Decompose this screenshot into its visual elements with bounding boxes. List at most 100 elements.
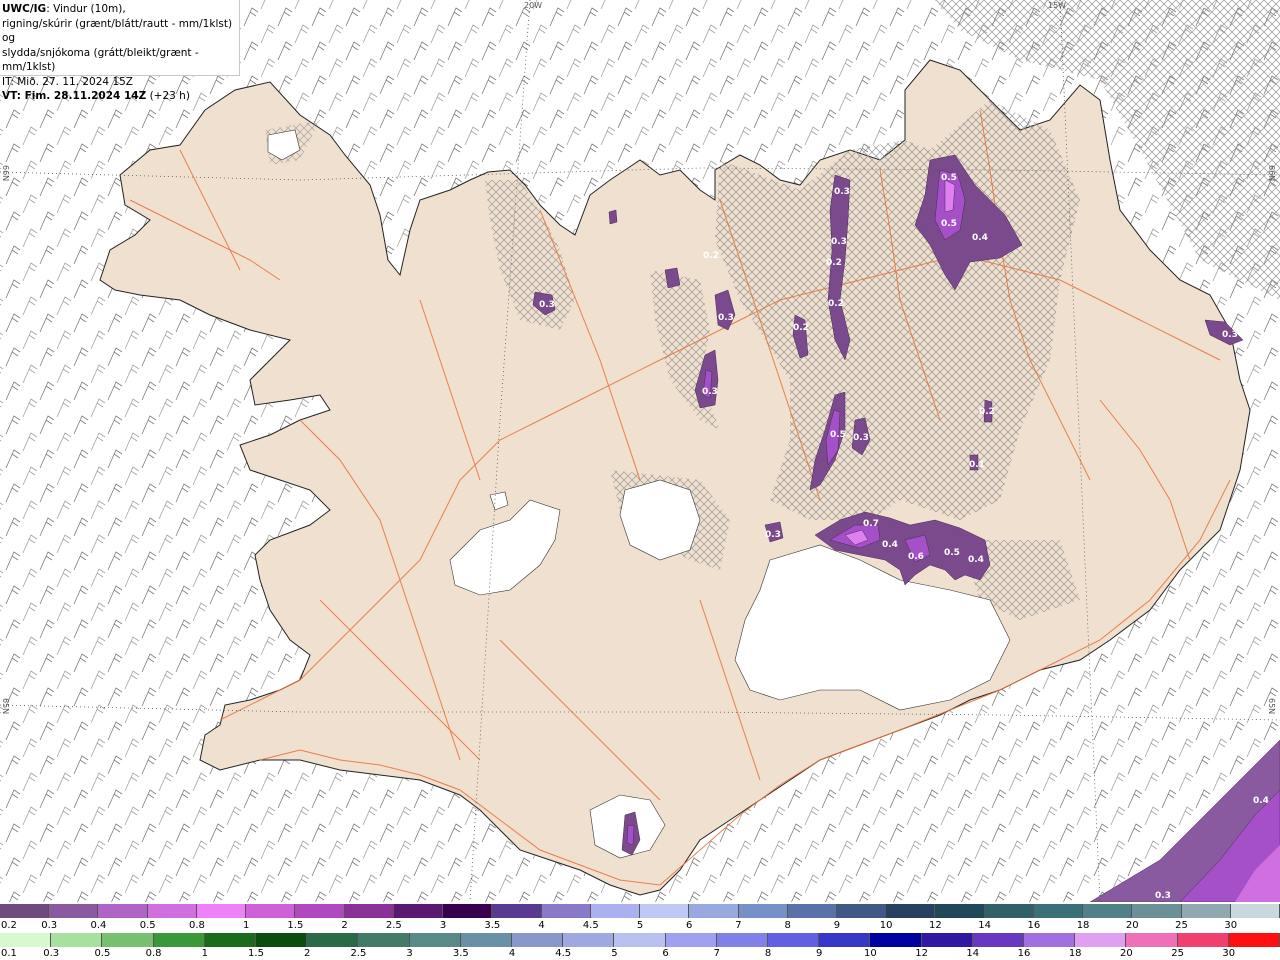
scale-cell: [1126, 933, 1178, 947]
scale-tick-label: 10: [864, 948, 877, 959]
valid-time-label: VT: Fim. 28.11.2024 14Z: [2, 90, 147, 102]
precip-label: 0.2: [828, 299, 844, 309]
precip-label: 0.2: [793, 323, 809, 333]
scale-cell: [51, 933, 103, 947]
scale-tick-label: 3.5: [452, 948, 469, 959]
scale-cell: [1075, 933, 1127, 947]
scale-tick-label: 2: [304, 948, 311, 959]
snow-scale-ticks: 0.2 0.3 0.4 0.5 0.8 1 1.5 2 2.5 3 3.5 4 4.5 5 6 7 8 9 10 12…: [0, 920, 1280, 932]
scale-tick-label: 6: [662, 948, 669, 959]
scale-tick-label: 1.5: [248, 948, 264, 959]
scale-cell: [1083, 904, 1133, 918]
precip-label: 0.4: [968, 555, 984, 565]
scale-tick-label: 1.5: [287, 920, 304, 931]
scale-cell: [443, 904, 493, 918]
scale-cell: [409, 933, 461, 947]
precip-label: 0.3: [834, 187, 850, 197]
model-name: UWC/IG: [2, 3, 47, 15]
scale-tick-label: 4: [538, 920, 545, 931]
scale-tick-label: 16: [1027, 920, 1041, 931]
scale-cell: [1181, 904, 1231, 918]
title-line-1: UWC/IG: Vindur (10m),: [2, 2, 239, 17]
forecast-offset: (+23 h): [146, 90, 190, 102]
valid-time: VT: Fim. 28.11.2024 14Z (+23 h): [2, 89, 239, 104]
weather-map: 0.5 0.5 0.4 0.3 0.3 0.2 0.2 0.3 0.2 0.3 …: [0, 0, 1280, 902]
scale-cell: [972, 933, 1025, 947]
scale-cell: [1177, 933, 1229, 947]
lon-label-20w: 20W: [524, 1, 543, 10]
scale-tick-label: 0.8: [145, 948, 162, 959]
precip-label: 0.5: [941, 219, 957, 229]
scale-tick-label: 8: [764, 948, 772, 959]
scale-tick-label: 0.4: [90, 920, 107, 931]
precip-label: 0.7: [863, 519, 879, 529]
scale-cell: [1230, 904, 1280, 918]
scale-cell: [153, 933, 205, 947]
scale-tick-label: 1: [242, 920, 250, 931]
scale-tick-label: 12: [929, 920, 942, 931]
precip-label: 0.2: [826, 258, 842, 268]
precip-label: 0.5: [944, 548, 960, 558]
scale-cell: [935, 904, 985, 918]
lon-label-15w: 15W: [1048, 1, 1067, 10]
scale-cell: [204, 933, 257, 947]
scale-tick-label: 1: [201, 948, 208, 959]
precip-label: 0.3: [765, 530, 781, 540]
scale-tick-label: 5: [611, 948, 618, 959]
precip-label: 0.5: [830, 430, 846, 440]
scale-cell: [886, 904, 936, 918]
snow-color-scale: [0, 904, 1280, 918]
scale-tick-label: 4.5: [555, 948, 572, 959]
scale-cell: [0, 933, 52, 947]
scale-cell: [307, 933, 359, 947]
scale-cell: [295, 904, 345, 918]
scale-cell: [541, 904, 591, 918]
scale-cell: [49, 904, 99, 918]
precip-label: 0.5: [941, 173, 957, 183]
scale-cell: [102, 933, 154, 947]
map-title-box: UWC/IG: Vindur (10m), rigning/skúrir (gr…: [0, 0, 240, 102]
rain-color-scale: [0, 933, 1280, 947]
precip-label: 0.2: [703, 251, 719, 261]
scale-tick-label: 12: [915, 948, 928, 959]
precip-label: 0.3: [1155, 891, 1171, 901]
scale-cell: [512, 933, 564, 947]
scale-tick-label: 16: [1017, 948, 1031, 959]
scale-tick-label: 2.5: [385, 920, 402, 931]
lat-label-65n-right: 65N: [1267, 698, 1276, 715]
scale-cell: [614, 933, 666, 947]
title-line-3: slydda/snjókoma (grátt/bleikt/grænt - mm…: [2, 46, 199, 74]
scale-cell: [460, 933, 513, 947]
lat-label-66n-left: 66N: [1, 165, 10, 182]
lat-label-65n-left: 65N: [1, 698, 10, 715]
scale-tick-label: 4.5: [582, 920, 599, 931]
scale-cell: [358, 933, 410, 947]
scale-tick-label: 25: [1175, 920, 1188, 931]
scale-tick-label: 3: [439, 920, 447, 931]
scale-tick-label: 30: [1222, 948, 1236, 959]
precip-label: 0.3: [718, 313, 734, 323]
precip-label: 0.6: [908, 552, 924, 562]
scale-cell: [819, 933, 871, 947]
scale-cell: [716, 933, 769, 947]
scale-tick-label: 7: [713, 948, 720, 959]
scale-tick-label: 20: [1125, 920, 1139, 931]
scale-tick-label: 0.3: [41, 920, 58, 931]
scale-cell: [0, 904, 50, 918]
scale-cell: [787, 904, 837, 918]
scale-cell: [590, 904, 641, 918]
scale-tick-label: 30: [1224, 920, 1238, 931]
precip-label: 0.4: [972, 233, 988, 243]
scale-tick-label: 2: [341, 920, 348, 931]
scale-cell: [768, 933, 820, 947]
scale-cell: [665, 933, 717, 947]
scale-cell: [1228, 933, 1280, 947]
scale-cell: [1024, 933, 1076, 947]
precip-label: 0.3: [853, 433, 869, 443]
scale-cell: [492, 904, 542, 918]
scale-cell: [196, 904, 247, 918]
precip-label: 0.4: [1253, 796, 1269, 806]
precip-label: 0.3: [1222, 330, 1238, 340]
scale-cell: [98, 904, 148, 918]
scale-tick-label: 0.3: [43, 948, 60, 959]
